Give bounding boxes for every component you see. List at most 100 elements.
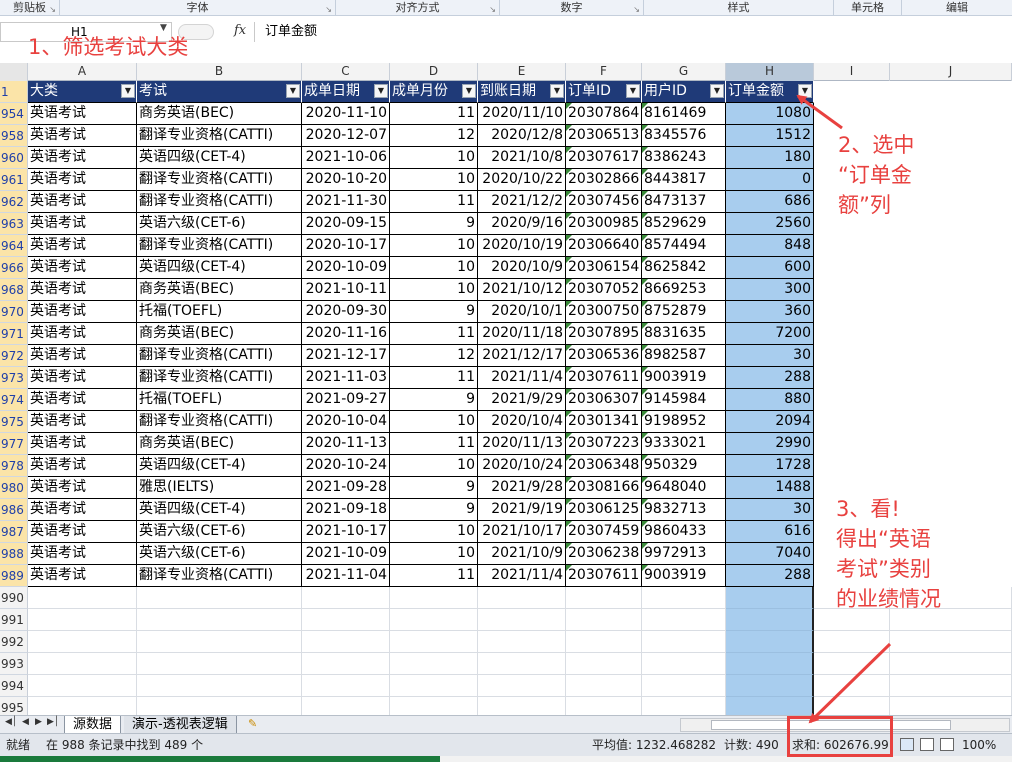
row-number[interactable]: 968 <box>0 279 28 301</box>
ribbon-group-number[interactable]: 数字 ↘ <box>500 0 644 16</box>
empty-cell[interactable] <box>726 609 814 631</box>
cell-b[interactable]: 翻译专业资格(CATTI) <box>137 411 302 433</box>
cell-h[interactable]: 2094 <box>726 411 814 433</box>
cell-f[interactable]: 20307611 <box>566 367 642 389</box>
cell-d[interactable]: 11 <box>390 367 478 389</box>
ribbon-group-clipboard[interactable]: 剪贴板 ↘ <box>0 0 60 16</box>
cell-d[interactable]: 9 <box>390 477 478 499</box>
cell-h[interactable]: 7040 <box>726 543 814 565</box>
cell-a[interactable]: 英语考试 <box>28 543 137 565</box>
cell-g[interactable]: 9648040 <box>642 477 726 499</box>
dialog-launcher-icon[interactable]: ↘ <box>633 2 640 17</box>
cell-a[interactable]: 英语考试 <box>28 279 137 301</box>
filter-dropdown-icon[interactable]: ▼ <box>710 84 724 98</box>
cell-e[interactable]: 2020/10/4 <box>478 411 566 433</box>
cell-a[interactable]: 英语考试 <box>28 499 137 521</box>
cell-b[interactable]: 英语四级(CET-4) <box>137 499 302 521</box>
cell-b[interactable]: 翻译专业资格(CATTI) <box>137 235 302 257</box>
cell-d[interactable]: 9 <box>390 389 478 411</box>
row-number[interactable]: 1 <box>0 81 28 103</box>
row-number[interactable]: 978 <box>0 455 28 477</box>
cell-e[interactable]: 2021/9/19 <box>478 499 566 521</box>
cell-g[interactable]: 8161469 <box>642 103 726 125</box>
cell-f[interactable]: 20306125 <box>566 499 642 521</box>
cell-e[interactable]: 2021/12/17 <box>478 345 566 367</box>
empty-cell[interactable] <box>28 609 137 631</box>
column-header-g[interactable]: G <box>642 63 726 81</box>
cell-e[interactable]: 2020/10/24 <box>478 455 566 477</box>
dialog-launcher-icon[interactable]: ↘ <box>325 2 332 17</box>
empty-cell[interactable] <box>726 631 814 653</box>
column-header-j[interactable]: J <box>890 63 1012 81</box>
row-number[interactable]: 961 <box>0 169 28 191</box>
empty-cell[interactable] <box>302 653 390 675</box>
cell-b[interactable]: 翻译专业资格(CATTI) <box>137 125 302 147</box>
cell-g[interactable]: 9198952 <box>642 411 726 433</box>
empty-cell[interactable] <box>890 631 1012 653</box>
cell-c[interactable]: 2021-11-04 <box>302 565 390 587</box>
header-cell[interactable]: 成单日期 ▼ <box>302 81 390 103</box>
cell-h[interactable]: 0 <box>726 169 814 191</box>
cell-b[interactable]: 英语六级(CET-6) <box>137 213 302 235</box>
ribbon-group-styles[interactable]: 样式 <box>644 0 834 16</box>
row-number[interactable]: 973 <box>0 367 28 389</box>
cell-f[interactable]: 20307864 <box>566 103 642 125</box>
formula-input[interactable]: 订单金额 <box>254 22 1012 42</box>
normal-view-icon[interactable] <box>900 738 914 751</box>
cell-c[interactable]: 2021-11-03 <box>302 367 390 389</box>
row-number[interactable]: 989 <box>0 565 28 587</box>
empty-cell[interactable] <box>390 609 478 631</box>
cell-f[interactable]: 20300985 <box>566 213 642 235</box>
row-number[interactable]: 994 <box>0 675 28 697</box>
cell-g[interactable]: 8443817 <box>642 169 726 191</box>
header-cell[interactable]: 用户ID ▼ <box>642 81 726 103</box>
cell-e[interactable]: 2020/10/1 <box>478 301 566 323</box>
empty-cell[interactable] <box>302 675 390 697</box>
cell-a[interactable]: 英语考试 <box>28 411 137 433</box>
row-number[interactable]: 966 <box>0 257 28 279</box>
cell-b[interactable]: 英语六级(CET-6) <box>137 521 302 543</box>
empty-cell[interactable] <box>726 653 814 675</box>
empty-cell[interactable] <box>302 609 390 631</box>
cell-h[interactable]: 1728 <box>726 455 814 477</box>
cell-c[interactable]: 2020-09-15 <box>302 213 390 235</box>
cell-a[interactable]: 英语考试 <box>28 125 137 147</box>
cell-b[interactable]: 英语四级(CET-4) <box>137 455 302 477</box>
cell-g[interactable]: 8345576 <box>642 125 726 147</box>
cell-d[interactable]: 11 <box>390 191 478 213</box>
empty-cell[interactable] <box>137 609 302 631</box>
cell-d[interactable]: 11 <box>390 433 478 455</box>
cell-f[interactable]: 20300750 <box>566 301 642 323</box>
cell-d[interactable]: 9 <box>390 213 478 235</box>
cell-d[interactable]: 10 <box>390 411 478 433</box>
cell-e[interactable]: 2021/10/17 <box>478 521 566 543</box>
column-header-h[interactable]: H <box>726 63 814 81</box>
column-header-c[interactable]: C <box>302 63 390 81</box>
cell-c[interactable]: 2021-10-06 <box>302 147 390 169</box>
filter-dropdown-icon[interactable]: ▼ <box>462 84 476 98</box>
empty-cell[interactable] <box>28 675 137 697</box>
cell-a[interactable]: 英语考试 <box>28 433 137 455</box>
cell-c[interactable]: 2021-10-11 <box>302 279 390 301</box>
cell-h[interactable]: 880 <box>726 389 814 411</box>
empty-cell[interactable] <box>814 675 890 697</box>
cell-f[interactable]: 20306238 <box>566 543 642 565</box>
cell-f[interactable]: 20307223 <box>566 433 642 455</box>
cell-d[interactable]: 11 <box>390 103 478 125</box>
cell-g[interactable]: 9333021 <box>642 433 726 455</box>
cell-a[interactable]: 英语考试 <box>28 301 137 323</box>
row-number[interactable]: 964 <box>0 235 28 257</box>
cell-f[interactable]: 20306513 <box>566 125 642 147</box>
cell-c[interactable]: 2020-09-30 <box>302 301 390 323</box>
cell-h[interactable]: 848 <box>726 235 814 257</box>
cell-b[interactable]: 托福(TOEFL) <box>137 389 302 411</box>
cell-c[interactable]: 2020-11-13 <box>302 433 390 455</box>
cell-g[interactable]: 8529629 <box>642 213 726 235</box>
cell-f[interactable]: 20306154 <box>566 257 642 279</box>
filter-dropdown-icon[interactable]: ▼ <box>550 84 564 98</box>
empty-cell[interactable] <box>566 631 642 653</box>
empty-cell[interactable] <box>890 653 1012 675</box>
header-cell[interactable]: 成单月份 ▼ <box>390 81 478 103</box>
row-number[interactable]: 991 <box>0 609 28 631</box>
cell-g[interactable]: 8831635 <box>642 323 726 345</box>
